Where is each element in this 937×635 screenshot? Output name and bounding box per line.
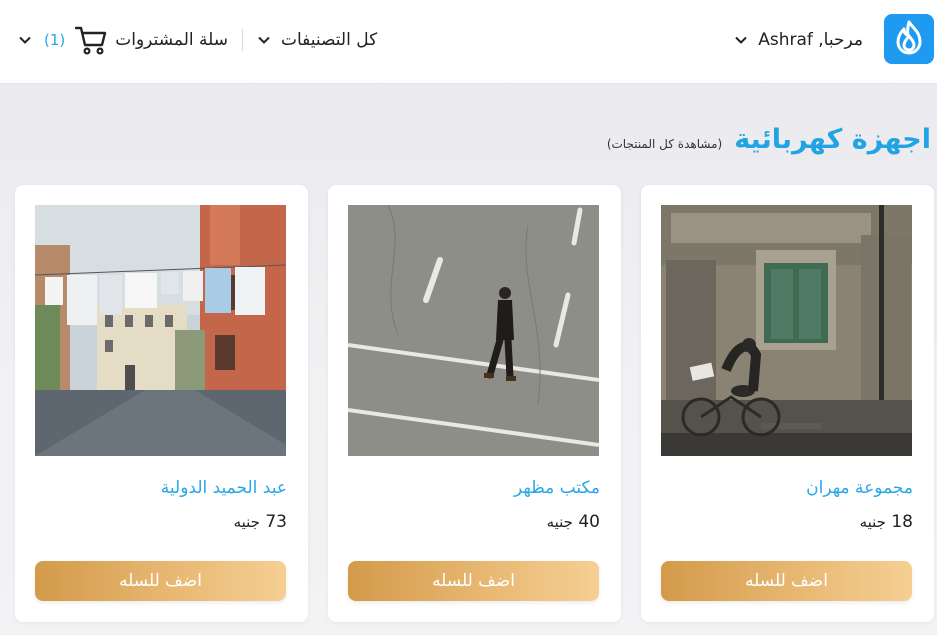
add-to-cart-button[interactable]: اضف للسله	[35, 561, 286, 601]
section-header: اجهزة كهربائية (مشاهدة كل المنتجات)	[607, 124, 931, 164]
man-walking-road-photo	[348, 205, 599, 456]
product-card[interactable]: عبد الحميد الدولية 73 جنيه اضف للسله	[15, 185, 308, 622]
view-all-products-link[interactable]: (مشاهدة كل المنتجات)	[607, 137, 722, 151]
chevron-down-icon	[19, 36, 31, 44]
cart-count-badge: (1)	[44, 31, 66, 49]
categories-menu[interactable]: كل التصنيفات	[257, 30, 377, 50]
flame-icon	[896, 20, 922, 55]
chevron-down-icon	[735, 36, 747, 44]
user-menu[interactable]: مرحبا, Ashraf	[734, 27, 863, 53]
product-name[interactable]: مجموعة مهران	[806, 478, 913, 498]
product-price: 73 جنيه	[234, 512, 287, 532]
price-value: 73	[265, 512, 287, 532]
product-image[interactable]	[348, 205, 599, 456]
section-title: اجهزة كهربائية	[734, 124, 931, 155]
product-image[interactable]	[661, 205, 912, 456]
cart-dropdown-toggle[interactable]	[14, 29, 36, 51]
shopping-cart-icon[interactable]	[75, 25, 107, 55]
product-card[interactable]: مجموعة مهران 18 جنيه اضف للسله	[641, 185, 934, 622]
product-price: 40 جنيه	[547, 512, 600, 532]
price-currency: جنيه	[546, 513, 573, 531]
price-value: 40	[578, 512, 600, 532]
product-image[interactable]	[35, 205, 286, 456]
add-to-cart-button[interactable]: اضف للسله	[348, 561, 599, 601]
laundry-street-photo	[35, 205, 286, 456]
header-nav: (1) سلة المشتروات كل التصنيفات	[14, 22, 377, 58]
bicycle-building-photo	[661, 205, 912, 456]
product-price: 18 جنيه	[860, 512, 913, 532]
brand-logo[interactable]	[884, 14, 934, 64]
price-currency: جنيه	[859, 513, 886, 531]
product-name[interactable]: مكتب مظهر	[514, 478, 600, 498]
cart-link[interactable]: سلة المشتروات	[115, 30, 228, 50]
header-divider	[241, 29, 243, 51]
product-name[interactable]: عبد الحميد الدولية	[161, 478, 287, 498]
price-value: 18	[891, 512, 913, 532]
greeting-text: مرحبا, Ashraf	[758, 30, 863, 50]
categories-label: كل التصنيفات	[280, 30, 378, 50]
top-header: مرحبا, Ashraf (1) سلة المشتروات كل التصن…	[0, 0, 937, 84]
product-card[interactable]: مكتب مظهر 40 جنيه اضف للسله	[328, 185, 621, 622]
add-to-cart-button[interactable]: اضف للسله	[661, 561, 912, 601]
price-currency: جنيه	[233, 513, 260, 531]
chevron-down-icon	[258, 36, 270, 44]
